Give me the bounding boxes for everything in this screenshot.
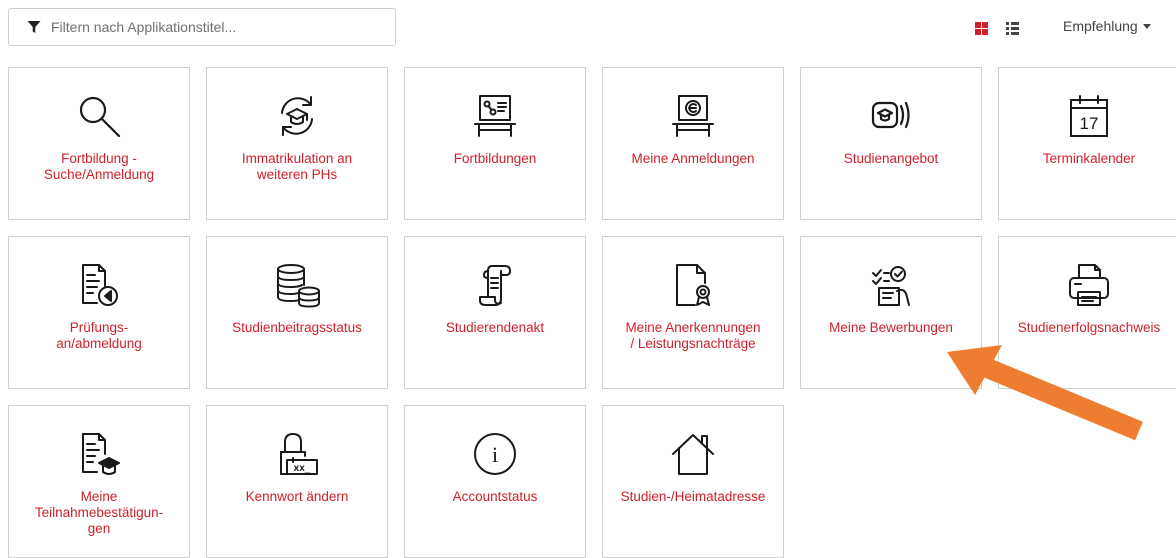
participation-certificate-icon (75, 430, 123, 478)
tile-label: Accountstatus (452, 489, 538, 504)
graduation-cap-refresh-icon (273, 92, 321, 140)
tile-label: Meine Bewerbungen (829, 320, 953, 335)
presentation-board-icon (471, 92, 519, 140)
printer-icon (1065, 261, 1113, 309)
tile-label: Meine Anmeldungen (631, 151, 755, 166)
calendar-day: 17 (1080, 114, 1099, 133)
tile-label: Meine Teilnahmebestätigun- gen (34, 489, 164, 536)
exam-registration-icon (75, 261, 123, 309)
tile-label: Fortbildung - Suche/Anmeldung (43, 151, 155, 182)
filter-input[interactable] (51, 19, 395, 35)
tile-label: Terminkalender (1042, 151, 1136, 166)
tile-teilnahmebestaetigungen[interactable]: Meine Teilnahmebestätigun- gen (8, 405, 190, 558)
tile-kennwort-aendern[interactable]: xx_ Kennwort ändern (206, 405, 388, 558)
coin-stack-icon (273, 261, 321, 309)
tile-label: Meine Anerkennungen / Leistungsnachträge (625, 320, 761, 351)
tile-label: Kennwort ändern (245, 489, 349, 504)
tile-label: Prüfungs- an/abmeldung (56, 320, 142, 351)
search-icon (75, 92, 123, 140)
filter-icon (27, 20, 41, 34)
tile-label: Studienerfolgsnachweis (1017, 320, 1161, 335)
chevron-down-icon (1142, 24, 1151, 29)
tile-label: Studierendenakt (445, 320, 545, 335)
sort-dropdown[interactable]: Empfehlung (1063, 18, 1151, 34)
tile-fortbildung-suche[interactable]: Fortbildung - Suche/Anmeldung (8, 67, 190, 220)
annotation-arrow (947, 345, 1143, 441)
list-view-icon[interactable] (1006, 22, 1019, 35)
tile-label: Fortbildungen (453, 151, 537, 166)
tile-studienangebot[interactable]: Studienangebot (800, 67, 982, 220)
tile-pruefungs-anmeldung[interactable]: Prüfungs- an/abmeldung (8, 236, 190, 389)
certificate-document-icon (669, 261, 717, 309)
house-icon (669, 430, 717, 478)
scroll-icon (471, 261, 519, 309)
tile-fortbildungen[interactable]: Fortbildungen (404, 67, 586, 220)
calendar-icon: 17 (1065, 92, 1113, 140)
tile-studierendenakt[interactable]: Studierendenakt (404, 236, 586, 389)
tile-label: Studienbeitragsstatus (232, 320, 362, 335)
info-glyph: i (492, 442, 498, 467)
password-mask: xx_ (294, 463, 311, 474)
sort-label: Empfehlung (1063, 18, 1138, 34)
tile-accountstatus[interactable]: i Accountstatus (404, 405, 586, 558)
filter-field[interactable] (8, 8, 396, 46)
info-icon: i (471, 430, 519, 478)
tile-heimatadresse[interactable]: Studien-/Heimatadresse (602, 405, 784, 558)
tile-immatrikulation[interactable]: Immatrikulation an weiteren PHs (206, 67, 388, 220)
tile-label: Immatrikulation an weiteren PHs (241, 151, 353, 182)
course-offer-icon (867, 92, 915, 140)
tile-terminkalender[interactable]: 17 Terminkalender (998, 67, 1176, 220)
password-lock-icon: xx_ (273, 430, 321, 478)
tile-studienbeitragsstatus[interactable]: Studienbeitragsstatus (206, 236, 388, 389)
application-checklist-icon (867, 261, 915, 309)
tile-anerkennungen[interactable]: Meine Anerkennungen / Leistungsnachträge (602, 236, 784, 389)
grid-view-icon[interactable] (975, 22, 988, 35)
tile-label: Studien-/Heimatadresse (620, 489, 766, 504)
tile-meine-anmeldungen[interactable]: Meine Anmeldungen (602, 67, 784, 220)
tile-label: Studienangebot (843, 151, 939, 166)
registration-board-icon (669, 92, 717, 140)
